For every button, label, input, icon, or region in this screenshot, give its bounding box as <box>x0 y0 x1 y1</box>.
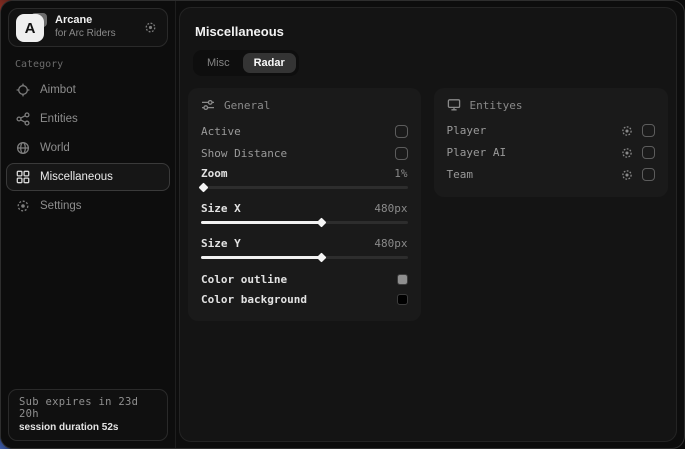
grid-icon <box>16 170 30 184</box>
row-size-x: Size X 480px <box>201 199 408 218</box>
panel-general: General Active Show Distance Zoom 1% <box>188 88 421 321</box>
row-team: Team <box>447 164 655 185</box>
logo-letter: A <box>16 14 44 42</box>
app-window: A Arcane for Arc Riders Category <box>0 0 685 449</box>
gear-icon[interactable] <box>144 21 157 34</box>
active-checkbox[interactable] <box>395 125 408 138</box>
sidebar-item-settings[interactable]: Settings <box>6 192 170 220</box>
app-subtitle: for Arc Riders <box>55 28 135 41</box>
zoom-value: 1% <box>394 167 407 180</box>
zoom-label: Zoom <box>201 167 394 180</box>
monitor-icon <box>447 98 461 112</box>
player-ai-checkbox[interactable] <box>642 146 655 159</box>
size-y-slider[interactable] <box>201 256 408 259</box>
active-label: Active <box>201 125 395 138</box>
app-title-block: Arcane for Arc Riders <box>55 14 135 40</box>
sidebar-nav: Aimbot Entities World <box>1 76 175 220</box>
color-background-label: Color background <box>201 293 397 306</box>
size-x-slider-fill <box>201 221 321 224</box>
size-x-slider[interactable] <box>201 221 408 224</box>
share-nodes-icon <box>16 112 30 126</box>
sidebar-item-label: Miscellaneous <box>40 171 113 183</box>
color-outline-label: Color outline <box>201 273 397 286</box>
row-color-outline: Color outline <box>201 269 408 289</box>
panel-title: Entityes <box>470 99 523 112</box>
sidebar-item-label: Settings <box>40 200 82 212</box>
sidebar-item-entities[interactable]: Entities <box>6 105 170 133</box>
panel-entities-header: Entityes <box>447 98 655 112</box>
player-checkbox[interactable] <box>642 124 655 137</box>
size-y-value: 480px <box>374 237 407 250</box>
size-x-label: Size X <box>201 202 374 215</box>
row-active: Active <box>201 120 408 142</box>
show-distance-label: Show Distance <box>201 147 395 160</box>
size-y-slider-fill <box>201 256 321 259</box>
player-label: Player <box>447 124 621 137</box>
page-title: Miscellaneous <box>195 24 668 39</box>
category-label: Category <box>15 59 175 70</box>
gear-icon[interactable] <box>621 125 633 137</box>
team-checkbox[interactable] <box>642 168 655 181</box>
app-logo: A <box>16 13 46 42</box>
row-player: Player <box>447 120 655 141</box>
sidebar: A Arcane for Arc Riders Category <box>1 1 176 448</box>
row-size-y: Size Y 480px <box>201 234 408 253</box>
panel-entities: Entityes Player Player AI <box>434 88 668 197</box>
row-zoom: Zoom 1% <box>201 164 408 183</box>
size-y-label: Size Y <box>201 237 374 250</box>
sidebar-item-miscellaneous[interactable]: Miscellaneous <box>6 163 170 191</box>
size-x-value: 480px <box>374 202 407 215</box>
color-background-swatch[interactable] <box>397 294 408 305</box>
panels-row: General Active Show Distance Zoom 1% <box>188 88 668 321</box>
panel-title: General <box>224 99 270 112</box>
globe-icon <box>16 141 30 155</box>
size-x-slider-thumb[interactable] <box>316 218 326 228</box>
app-name: Arcane <box>55 14 135 28</box>
gear-icon[interactable] <box>621 169 633 181</box>
tab-radar[interactable]: Radar <box>243 53 296 73</box>
gear-icon[interactable] <box>621 147 633 159</box>
sidebar-item-aimbot[interactable]: Aimbot <box>6 76 170 104</box>
sliders-icon <box>201 98 215 112</box>
size-y-slider-thumb[interactable] <box>316 253 326 263</box>
main-content: Miscellaneous Misc Radar General <box>179 7 677 442</box>
app-header: A Arcane for Arc Riders <box>8 8 168 47</box>
tab-bar: Misc Radar <box>193 50 299 76</box>
sub-expires-text: Sub expires in 23d 20h <box>19 396 157 420</box>
session-duration-text: session duration 52s <box>19 422 157 433</box>
team-label: Team <box>447 168 621 181</box>
row-show-distance: Show Distance <box>201 142 408 164</box>
row-color-background: Color background <box>201 289 408 309</box>
row-player-ai: Player AI <box>447 142 655 163</box>
subscription-info: Sub expires in 23d 20h session duration … <box>8 389 168 441</box>
zoom-slider[interactable] <box>201 186 408 189</box>
player-ai-label: Player AI <box>447 146 621 159</box>
show-distance-checkbox[interactable] <box>395 147 408 160</box>
sidebar-item-world[interactable]: World <box>6 134 170 162</box>
sidebar-item-label: Aimbot <box>40 84 76 96</box>
tab-misc[interactable]: Misc <box>196 53 241 73</box>
zoom-slider-thumb[interactable] <box>199 183 209 193</box>
color-outline-swatch[interactable] <box>397 274 408 285</box>
crosshair-icon <box>16 83 30 97</box>
panel-general-header: General <box>201 98 408 112</box>
gear-icon <box>16 199 30 213</box>
sidebar-item-label: World <box>40 142 70 154</box>
sidebar-item-label: Entities <box>40 113 78 125</box>
